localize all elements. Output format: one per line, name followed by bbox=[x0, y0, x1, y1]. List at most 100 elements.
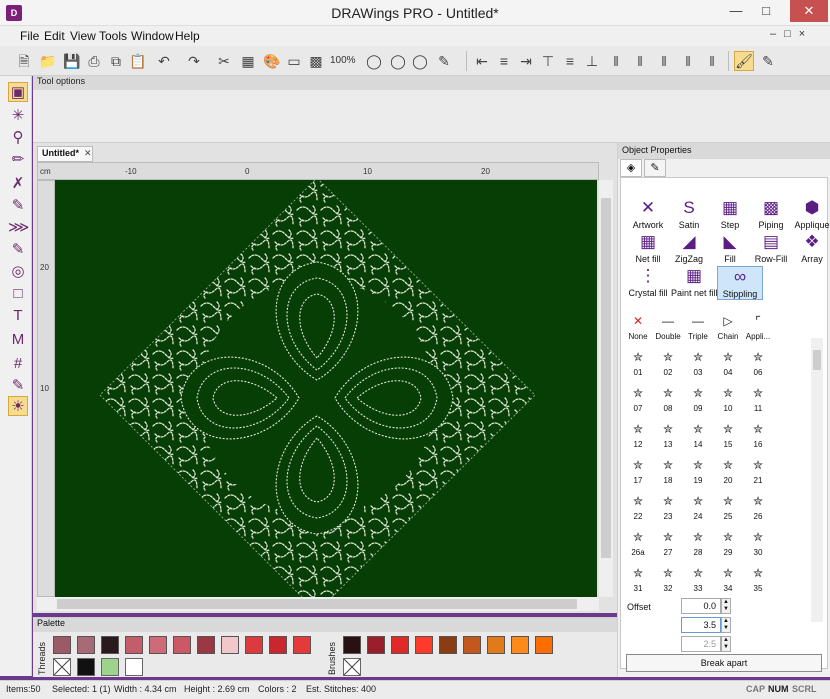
stitch-type-crystal-fill[interactable]: ⋮ Crystal fill bbox=[625, 266, 671, 298]
pattern-item[interactable]: ✮ 19 bbox=[683, 458, 713, 485]
pattern-item[interactable]: ✮ 16 bbox=[743, 422, 773, 449]
pattern-item[interactable]: ✮ 09 bbox=[683, 386, 713, 413]
pen-tool-icon[interactable]: ✎ bbox=[758, 51, 778, 71]
new-file-icon[interactable]: 🗎 bbox=[14, 51, 34, 71]
close-button[interactable]: ✕ bbox=[790, 0, 828, 22]
pattern-item[interactable]: ✮ 23 bbox=[653, 494, 683, 521]
copy-icon[interactable]: ⧉ bbox=[106, 51, 126, 71]
vertical-scrollbar[interactable] bbox=[599, 180, 613, 597]
horizontal-scrollbar[interactable] bbox=[37, 597, 599, 611]
pattern-item[interactable]: ✮ 33 bbox=[683, 566, 713, 593]
stitch-type-artwork[interactable]: ✕ Artwork bbox=[625, 198, 671, 230]
pattern-item[interactable]: ✮ 10 bbox=[713, 386, 743, 413]
align-center-icon[interactable]: ≡ bbox=[494, 51, 514, 71]
brush-color-swatch[interactable] bbox=[439, 636, 457, 654]
pattern-item[interactable]: ✮ 24 bbox=[683, 494, 713, 521]
pencil-icon[interactable]: ✎ bbox=[8, 196, 28, 216]
spacing-spinner[interactable]: ▲ ▼ bbox=[721, 617, 731, 633]
offset-input[interactable]: 0.0 bbox=[681, 598, 721, 614]
magic-icon[interactable]: ⋙ bbox=[8, 218, 29, 238]
pattern-item[interactable]: ✮ 34 bbox=[713, 566, 743, 593]
pattern-item[interactable]: ✮ 06 bbox=[743, 350, 773, 377]
pattern-item[interactable]: ✕ None bbox=[623, 314, 653, 341]
measure-icon[interactable]: ✏ bbox=[8, 150, 28, 170]
pattern-item[interactable]: ✮ 25 bbox=[713, 494, 743, 521]
brush-color-swatch[interactable] bbox=[511, 636, 529, 654]
pattern-item[interactable]: ⌜ Appli... bbox=[743, 314, 773, 341]
scroll-thumb[interactable] bbox=[57, 599, 577, 609]
length-spinner[interactable]: ▲ ▼ bbox=[721, 636, 731, 652]
brush-color-swatch[interactable] bbox=[463, 636, 481, 654]
stitch-type-stippling[interactable]: ∞ Stippling bbox=[717, 266, 763, 300]
pattern-item[interactable]: ✮ 20 bbox=[713, 458, 743, 485]
pattern-item[interactable]: ✮ 31 bbox=[623, 566, 653, 593]
menu-file[interactable]: File bbox=[20, 29, 39, 43]
thread-color-swatch[interactable] bbox=[197, 636, 215, 654]
brush-color-swatch[interactable] bbox=[415, 636, 433, 654]
brush-color-swatch[interactable] bbox=[367, 636, 385, 654]
paste-icon[interactable]: 📋 bbox=[128, 51, 148, 71]
length-input[interactable]: 2.5 bbox=[681, 636, 721, 652]
white-swatch[interactable] bbox=[125, 658, 143, 676]
brush-color-swatch[interactable] bbox=[487, 636, 505, 654]
grid-tool-icon[interactable]: # bbox=[8, 354, 28, 374]
grid-icon[interactable]: ▦ bbox=[238, 51, 258, 71]
pattern-item[interactable]: ✮ 18 bbox=[653, 458, 683, 485]
scroll-thumb[interactable] bbox=[601, 198, 611, 558]
pattern-item[interactable]: ✮ 11 bbox=[743, 386, 773, 413]
mdi-window-buttons[interactable]: –□× bbox=[770, 28, 813, 40]
align-bottom-icon[interactable]: ⊥ bbox=[582, 51, 602, 71]
pattern-item[interactable]: ✮ 35 bbox=[743, 566, 773, 593]
circle-shape-icon[interactable]: ◯ bbox=[364, 51, 384, 71]
menu-window[interactable]: Window bbox=[131, 29, 174, 43]
palette-icon[interactable]: 🎨 bbox=[262, 51, 282, 71]
minimize-button[interactable]: — bbox=[722, 0, 750, 22]
stitch-type-step[interactable]: ▦ Step bbox=[707, 198, 753, 230]
pattern-item[interactable]: ✮ 32 bbox=[653, 566, 683, 593]
brush-color-swatch[interactable] bbox=[535, 636, 553, 654]
stitch-type-paint-net-fill[interactable]: ▦ Paint net fill bbox=[671, 266, 718, 298]
stitch-type-applique[interactable]: ⬢ Applique bbox=[789, 198, 830, 230]
design-canvas[interactable] bbox=[55, 180, 597, 597]
tab-close-icon[interactable]: ✕ bbox=[84, 148, 92, 159]
thread-color-swatch[interactable] bbox=[173, 636, 191, 654]
knife-icon[interactable]: ✗ bbox=[8, 174, 28, 194]
same-size-icon[interactable]: ‖ bbox=[702, 51, 722, 71]
monogram-tool-icon[interactable]: M bbox=[8, 330, 28, 350]
trim-icon[interactable]: ◯ bbox=[410, 51, 430, 71]
hoop-icon[interactable]: ▭ bbox=[284, 51, 304, 71]
stitch-type-zigzag[interactable]: ◢ ZigZag bbox=[666, 232, 712, 264]
menu-view[interactable]: View bbox=[70, 29, 96, 43]
no-thread-swatch[interactable] bbox=[53, 658, 71, 676]
stitch-type-satin[interactable]: S Satin bbox=[666, 198, 712, 230]
pattern-item[interactable]: ✮ 02 bbox=[653, 350, 683, 377]
pattern-item[interactable]: — Triple bbox=[683, 314, 713, 341]
distribute-h-icon[interactable]: ‖ bbox=[606, 51, 626, 71]
stitch-type-piping[interactable]: ▩ Piping bbox=[748, 198, 794, 230]
align-middle-icon[interactable]: ≡ bbox=[560, 51, 580, 71]
pattern-item[interactable]: ✮ 15 bbox=[713, 422, 743, 449]
menu-tools[interactable]: Tools bbox=[99, 29, 127, 43]
pattern-item[interactable]: ✮ 17 bbox=[623, 458, 653, 485]
thread-color-swatch[interactable] bbox=[101, 636, 119, 654]
save-icon[interactable]: 💾 bbox=[62, 51, 82, 71]
lightbulb-icon[interactable]: ☀ bbox=[8, 396, 28, 416]
brush-color-swatch[interactable] bbox=[343, 636, 361, 654]
space-v-icon[interactable]: ‖ bbox=[678, 51, 698, 71]
thread-color-swatch[interactable] bbox=[269, 636, 287, 654]
pattern-item[interactable]: ✮ 13 bbox=[653, 422, 683, 449]
break-apart-button[interactable]: Break apart bbox=[626, 654, 822, 672]
ring-tool-icon[interactable]: ◎ bbox=[8, 262, 28, 282]
stitch-type-net-fill[interactable]: ▦ Net fill bbox=[625, 232, 671, 264]
fill-tool-icon[interactable]: ✎ bbox=[8, 240, 28, 260]
brush-tool-icon[interactable]: 🖌 bbox=[734, 51, 754, 71]
text-tool-icon[interactable]: T bbox=[8, 306, 28, 326]
space-h-icon[interactable]: ‖ bbox=[654, 51, 674, 71]
pattern-item[interactable]: ✮ 22 bbox=[623, 494, 653, 521]
pattern-item[interactable]: ▷ Chain bbox=[713, 314, 743, 341]
pattern-item[interactable]: ✮ 21 bbox=[743, 458, 773, 485]
hint-icon[interactable]: ✎ bbox=[434, 51, 454, 71]
distribute-v-icon[interactable]: ‖ bbox=[630, 51, 650, 71]
pattern-item[interactable]: ✮ 26a bbox=[623, 530, 653, 557]
thread-color-swatch[interactable] bbox=[53, 636, 71, 654]
